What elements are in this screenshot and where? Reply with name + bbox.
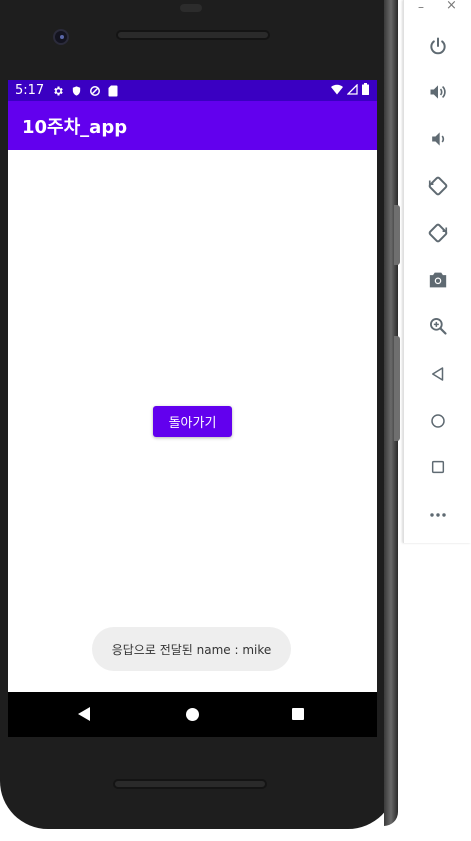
navigation-bar — [8, 692, 377, 737]
rotate-left-icon[interactable] — [424, 172, 452, 200]
status-right-icons — [331, 82, 369, 99]
nav-back-icon[interactable] — [78, 707, 90, 721]
wifi-icon — [331, 84, 343, 99]
power-icon[interactable] — [424, 32, 452, 60]
nav-home-icon[interactable] — [186, 708, 199, 721]
back-button[interactable]: 돌아가기 — [153, 406, 232, 437]
home-icon[interactable] — [424, 407, 452, 435]
data-saver-icon — [89, 85, 101, 97]
app-bar: 10주차_app — [8, 101, 377, 150]
close-button[interactable]: × — [446, 0, 457, 13]
volume-key — [394, 336, 400, 441]
toast-text: 응답으로 전달된 name : mike — [111, 642, 272, 657]
signal-icon — [346, 82, 358, 99]
sd-card-icon — [108, 85, 118, 97]
window-controls: – × — [404, 0, 471, 14]
volume-up-icon[interactable] — [424, 78, 452, 106]
toast-message: 응답으로 전달된 name : mike — [92, 627, 291, 671]
battery-icon — [362, 83, 369, 99]
overview-icon[interactable] — [424, 453, 452, 481]
settings-gear-icon — [52, 85, 64, 97]
app-title: 10주차_app — [22, 116, 128, 138]
power-key — [394, 205, 400, 265]
volume-down-icon[interactable] — [424, 125, 452, 153]
nav-recents-icon[interactable] — [292, 708, 304, 720]
rotate-right-icon[interactable] — [424, 219, 452, 247]
shield-icon — [71, 85, 82, 97]
minimize-button[interactable]: – — [418, 0, 424, 14]
screenshot-icon[interactable] — [424, 266, 452, 294]
status-bar: 5:17 — [8, 80, 377, 101]
zoom-icon[interactable] — [424, 312, 452, 340]
camera-icon — [53, 29, 69, 45]
more-icon[interactable] — [424, 501, 452, 529]
emulator-window: 5:17 10주차_app 돌아가기 응답으로 전달된 name: mike … — [0, 0, 471, 841]
emulator-toolbar: – × — [403, 0, 471, 543]
bottom-speaker — [113, 779, 267, 789]
top-speaker — [116, 30, 270, 40]
status-time: 5:17 — [15, 83, 45, 98]
device-screen: 5:17 10주차_app 돌아가기 응답으로 전달된 name: mike — [8, 80, 377, 692]
back-icon[interactable] — [424, 360, 452, 388]
top-slot — [180, 4, 202, 12]
